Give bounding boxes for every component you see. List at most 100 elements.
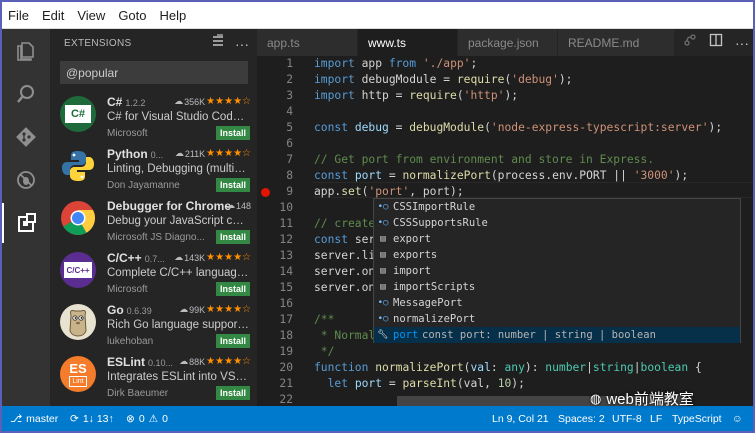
problems-status[interactable]: ⊗ 0 ⚠ 0 xyxy=(126,406,168,431)
extension-publisher: Microsoft xyxy=(107,128,148,139)
cursor-position[interactable]: Ln 9, Col 21 xyxy=(492,406,549,431)
indentation-status[interactable]: Spaces: 2 xyxy=(558,406,605,431)
extension-publisher: Dirk Baeumer xyxy=(107,388,169,399)
tab-readme-md[interactable]: README.md xyxy=(558,29,675,56)
extension-name: ESLint 0.10... xyxy=(107,355,174,369)
more-actions-icon[interactable]: ··· xyxy=(235,37,249,51)
code-line: 1 import app from './app'; xyxy=(286,57,478,70)
open-changes-icon[interactable] xyxy=(683,33,697,52)
extension-list: C# C# 1.2.2 ☁ 356K ★★★★☆ C# for Visual Stud… xyxy=(50,91,257,403)
extension-rating: ☁ 356K ★★★★☆ xyxy=(174,96,251,107)
encoding-status[interactable]: UTF-8 xyxy=(612,406,642,431)
menu-view[interactable]: View xyxy=(77,8,105,23)
eol-status[interactable]: LF xyxy=(650,406,662,431)
editor-actions: ··· xyxy=(683,29,749,56)
code-line: 2 import debugModule = require('debug'); xyxy=(286,73,573,86)
install-button[interactable]: Install xyxy=(215,334,250,348)
debug-icon[interactable] xyxy=(2,160,50,200)
git-icon[interactable] xyxy=(2,117,50,157)
suggestion-item[interactable]: ▤ importScripts xyxy=(374,279,740,295)
code-line: 7// Get port from environment and store … xyxy=(286,153,655,166)
tab-package-json[interactable]: package.json xyxy=(458,29,558,56)
breakpoint-icon[interactable] xyxy=(261,188,270,197)
code-line: 20 function normalizePort(val: any): numb… xyxy=(279,361,702,374)
menu-help[interactable]: Help xyxy=(160,8,187,23)
cloud-download-icon: ☁ xyxy=(179,356,189,366)
reference-icon: •○ xyxy=(377,298,389,308)
menu-goto[interactable]: Goto xyxy=(118,8,146,23)
module-icon: ▤ xyxy=(380,282,386,292)
install-button[interactable]: Install xyxy=(215,386,250,400)
extensions-icon[interactable] xyxy=(2,203,50,243)
tab-www-ts[interactable]: www.ts xyxy=(358,29,458,56)
extensions-sidebar: EXTENSIONS ··· C# C#1.2.2 ☁356K★★★★☆ C# … xyxy=(50,29,257,406)
cloud-download-icon: ☁ xyxy=(174,252,184,262)
code-editor[interactable]: 1 import app from './app'; 2 import debugM… xyxy=(257,56,753,406)
suggestion-item[interactable]: ▤ export xyxy=(374,231,740,247)
menu-edit[interactable]: Edit xyxy=(42,8,64,23)
suggest-widget: •○ CSSImportRule •○ CSSSupportsRule ▤ expor… xyxy=(373,198,741,343)
extension-description: Complete C/C++ language ... xyxy=(107,267,249,279)
suggestion-item[interactable]: •○ CSSImportRule xyxy=(374,199,740,215)
install-button[interactable]: Install xyxy=(215,178,250,192)
git-branch-icon: ⎇ xyxy=(10,412,23,425)
extension-name: Python 0... xyxy=(107,147,164,161)
suggestion-item-selected[interactable]: 🔧︎ port const port: number | string | bool… xyxy=(374,327,740,343)
extension-publisher: Don Jayamanne xyxy=(107,180,180,191)
python-logo-icon xyxy=(60,148,96,184)
suggestion-item[interactable]: ▤ import xyxy=(374,263,740,279)
extension-item-cpp[interactable]: C/C++ C/C++ 0.7... ☁ 143K ★★★★☆ Complete C/… xyxy=(50,247,257,299)
menu-file[interactable]: File xyxy=(8,8,29,23)
sidebar-title: EXTENSIONS xyxy=(64,38,132,49)
language-status[interactable]: TypeScript xyxy=(672,406,722,431)
watermark-text: web前端教室 xyxy=(606,391,694,408)
extension-item-chrome-debugger[interactable]: Debugger for Chrome ☁ 148 Debug your Java… xyxy=(50,195,257,247)
extension-item-csharp[interactable]: C# C# 1.2.2 ☁ 356K ★★★★☆ C# for Visual Stud… xyxy=(50,91,257,143)
suggestion-item[interactable]: ▤ exports xyxy=(374,247,740,263)
eslint-logo-icon: ES Lint xyxy=(60,356,96,392)
extension-item-go[interactable]: Go 0.6.39 ☁ 99K ★★★★☆ Rich Go language supp… xyxy=(50,299,257,351)
sync-icon: ⟳ xyxy=(70,412,79,425)
extension-name: C/C++ 0.7... xyxy=(107,251,165,265)
wrench-icon: 🔧︎ xyxy=(377,330,389,340)
search-icon[interactable] xyxy=(2,74,50,114)
tab-app-ts[interactable]: app.ts xyxy=(257,29,358,56)
code-line: 8 const port = normalizePort(process.env.… xyxy=(286,169,689,182)
sidebar-actions: ··· xyxy=(211,34,249,53)
suggestion-item[interactable]: •○ CSSSupportsRule xyxy=(374,215,740,231)
extension-item-python[interactable]: Python 0... ☁ 211K ★★★★☆ Linting, Debugging… xyxy=(50,143,257,195)
suggestion-item[interactable]: •○ normalizePort xyxy=(374,311,740,327)
extension-description: Integrates ESLint into VS Co... xyxy=(107,371,249,383)
chrome-logo-icon xyxy=(60,200,96,236)
activity-bar xyxy=(2,29,50,406)
extension-item-eslint[interactable]: ES Lint ESLint 0.10... ☁ 88K ★★★★☆ Integrat… xyxy=(50,351,257,403)
status-bar: ⎇ master ⟳ 1↓ 13↑ ⊗ 0 ⚠ 0 Ln 9, Col 21 Space… xyxy=(2,406,753,431)
explorer-icon[interactable] xyxy=(2,31,50,71)
extension-rating: ☁ 99K ★★★★☆ xyxy=(179,304,251,315)
sync-status[interactable]: ⟳ 1↓ 13↑ xyxy=(70,406,114,431)
extension-publisher: Microsoft JS Diagno... xyxy=(107,232,205,243)
branch-status[interactable]: ⎇ master xyxy=(10,406,58,431)
install-button[interactable]: Install xyxy=(215,230,250,244)
install-button[interactable]: Install xyxy=(215,126,250,140)
reference-icon: •○ xyxy=(377,202,389,212)
feedback-icon[interactable]: ☺ xyxy=(732,406,743,431)
code-line: 3 import http = require('http'); xyxy=(286,89,519,102)
split-editor-icon[interactable] xyxy=(709,33,723,52)
csharp-logo-icon: C# xyxy=(60,96,96,132)
extension-description: Debug your JavaScript code... xyxy=(107,215,249,227)
watermark: ◍ web前端教室 xyxy=(590,388,694,409)
module-icon: ▤ xyxy=(380,266,386,276)
code-line: 19 */ xyxy=(279,345,335,358)
extensions-search-input[interactable] xyxy=(60,61,248,84)
extension-rating: ☁ 143K ★★★★☆ xyxy=(174,252,251,263)
extension-name: Debugger for Chrome xyxy=(107,199,232,213)
extension-publisher: Microsoft xyxy=(107,284,148,295)
cloud-download-icon: ☁ xyxy=(174,96,184,106)
install-button[interactable]: Install xyxy=(215,282,250,296)
clear-extensions-icon[interactable] xyxy=(211,34,225,53)
suggestion-item[interactable]: •○ MessagePort xyxy=(374,295,740,311)
more-actions-icon[interactable]: ··· xyxy=(735,35,749,51)
code-line: 4 xyxy=(286,105,293,118)
extension-description: C# for Visual Studio Code (p... xyxy=(107,111,249,123)
